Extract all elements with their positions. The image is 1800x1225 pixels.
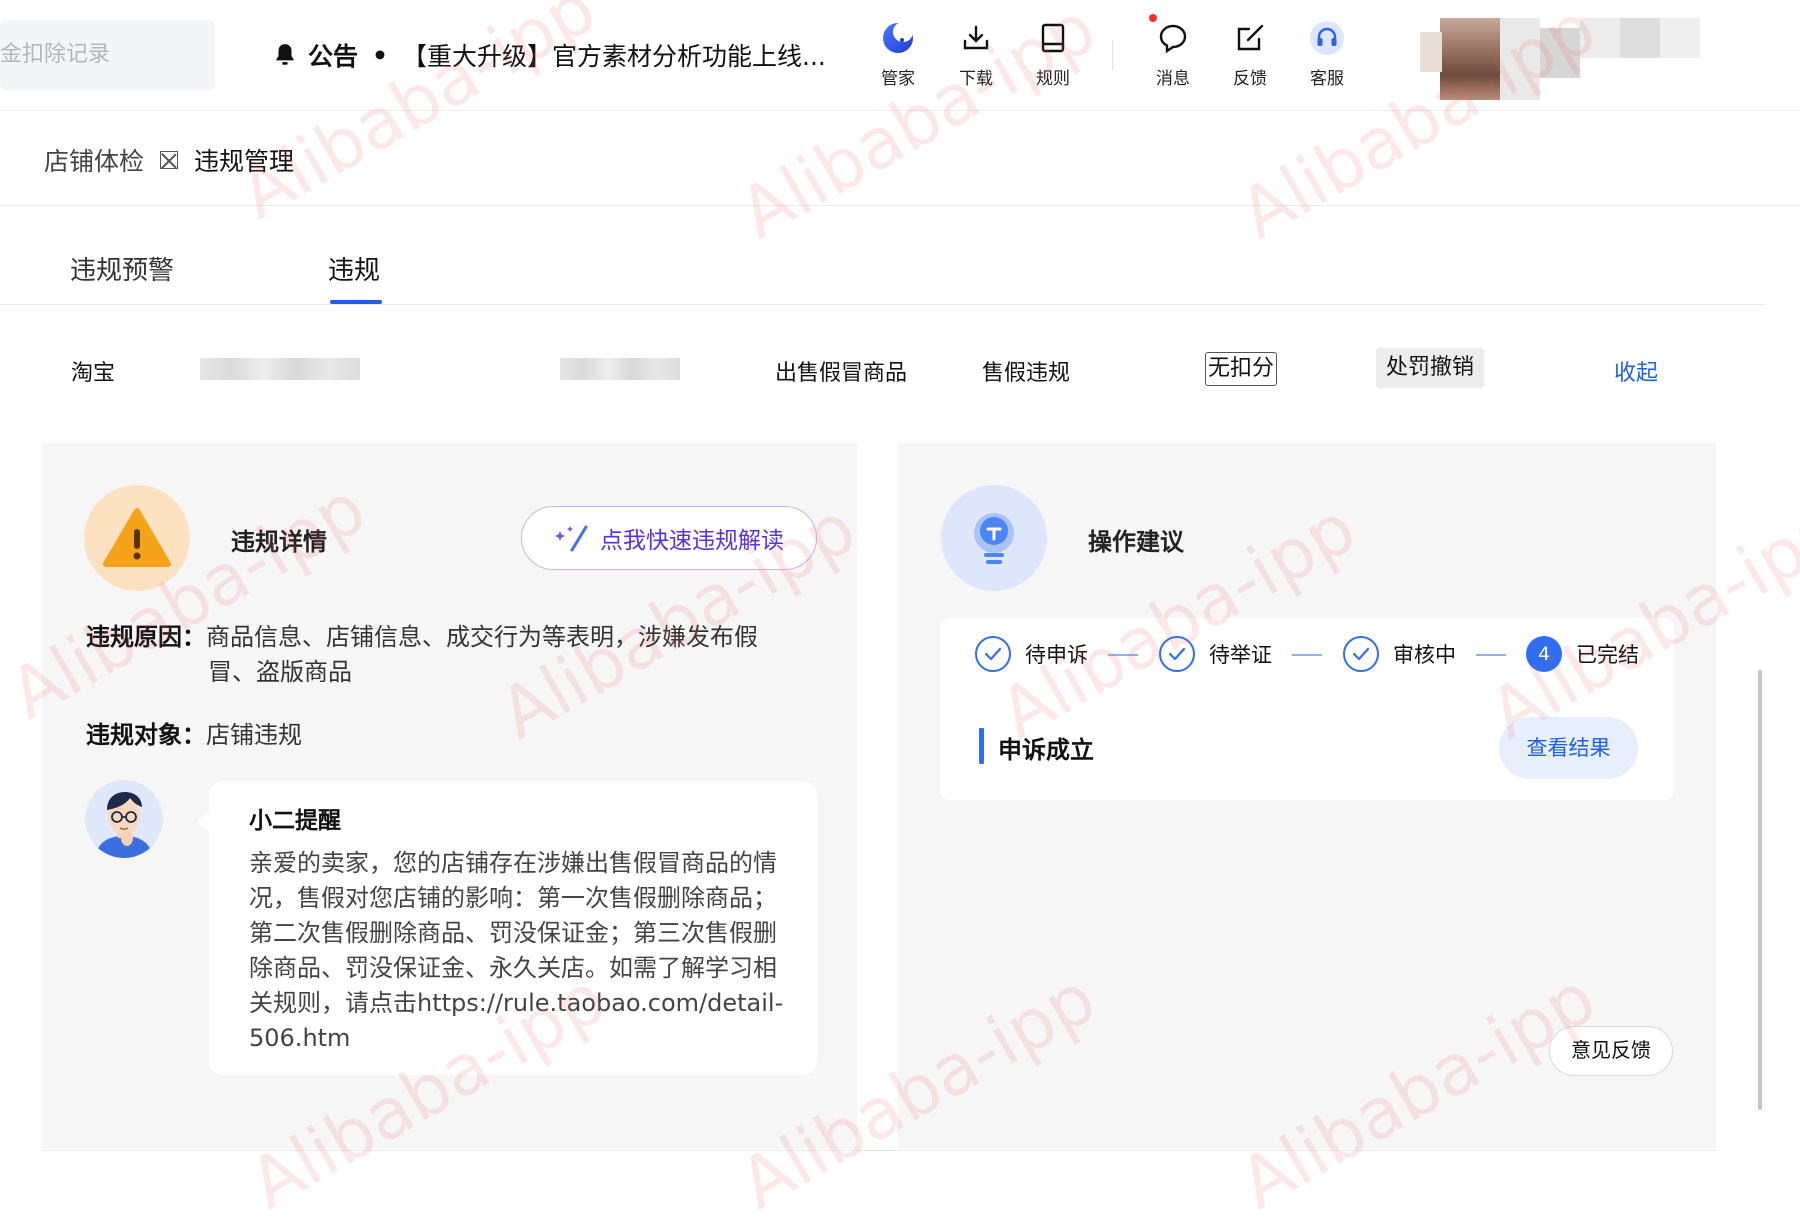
step-connector <box>1108 654 1138 656</box>
announcement-bar[interactable]: 公告 • 【重大升级】官方素材分析功能上线... <box>272 33 826 77</box>
top-header: 金扣除记录 公告 • 【重大升级】官方素材分析功能上线... 管家 下载 规则 … <box>0 0 1800 111</box>
search-input[interactable]: 金扣除记录 <box>0 20 215 90</box>
ai-quick-interpret-button[interactable]: 点我快速违规解读 <box>521 506 817 570</box>
step-connector <box>1292 654 1322 656</box>
step-label: 已完结 <box>1576 643 1639 667</box>
tool-messages[interactable]: 消息 <box>1138 14 1208 89</box>
announcement-label: 公告 <box>308 42 359 71</box>
view-result-button[interactable]: 查看结果 <box>1499 717 1638 779</box>
violation-category-text: 售假违规 <box>982 361 1071 386</box>
violation-reason-line2: 冒、盗版商品 <box>208 658 352 686</box>
tool-download[interactable]: 下载 <box>941 18 1011 89</box>
warning-icon <box>84 485 190 591</box>
tabs-divider <box>0 304 1765 305</box>
violation-target-label: 违规对象： <box>86 721 206 749</box>
step-label: 审核中 <box>1393 643 1456 667</box>
collapse-link[interactable]: 收起 <box>1614 355 1658 387</box>
tool-feedback[interactable]: 反馈 <box>1215 18 1285 89</box>
appeal-result-text: 申诉成立 <box>998 736 1094 764</box>
breadcrumb-violation-management: 违规管理 <box>194 147 295 176</box>
lightbulb-icon <box>941 485 1047 591</box>
step-under-review: 审核中 <box>1343 636 1456 672</box>
violation-reason-label: 违规原因： <box>86 623 206 651</box>
announcement-text[interactable]: 【重大升级】官方素材分析功能上线... <box>402 37 826 73</box>
tab-violation-warning[interactable]: 违规预警 <box>70 250 174 287</box>
redacted-id <box>200 358 360 380</box>
divider <box>0 205 1800 206</box>
header-divider <box>1112 40 1113 70</box>
check-icon <box>975 636 1011 672</box>
assistant-moon-icon <box>878 18 918 58</box>
platform-text: 淘宝 <box>71 361 116 386</box>
violation-details-title: 违规详情 <box>231 528 327 556</box>
scrollbar[interactable] <box>1758 670 1762 1110</box>
check-icon <box>1343 636 1379 672</box>
deduction-tag: 无扣分 <box>1205 352 1277 386</box>
step-pending-evidence: 待举证 <box>1159 636 1272 672</box>
bottom-divider <box>42 1150 1716 1151</box>
violation-reason: 违规原因：商品信息、店铺信息、成交行为等表明，涉嫌发布假 冒、盗版商品 <box>86 620 758 690</box>
violation-target: 违规对象：店铺违规 <box>86 718 302 753</box>
tool-rules-label: 规则 <box>1036 69 1070 89</box>
tool-rules[interactable]: 规则 <box>1018 18 1088 89</box>
headset-icon <box>1307 18 1347 58</box>
agent-avatar <box>85 780 163 858</box>
step-label: 待申诉 <box>1025 643 1088 667</box>
breadcrumb-separator-icon <box>160 151 179 169</box>
magic-wand-icon <box>555 525 588 552</box>
bell-icon <box>276 44 294 65</box>
tool-customer-service-label: 客服 <box>1310 69 1344 89</box>
operation-advice-title: 操作建议 <box>1088 528 1184 556</box>
feedback-button[interactable]: 意见反馈 <box>1549 1026 1673 1076</box>
edit-feedback-icon <box>1230 18 1270 58</box>
tool-assistant[interactable]: 管家 <box>863 18 933 89</box>
result-accent-bar <box>979 728 984 764</box>
tool-assistant-label: 管家 <box>881 69 915 89</box>
reminder-body: 亲爱的卖家，您的店铺存在涉嫌出售假冒商品的情况，售假对您店铺的影响：第一次售假删… <box>249 849 784 1052</box>
step-label: 待举证 <box>1209 643 1272 667</box>
step-number: 4 <box>1526 636 1562 672</box>
message-icon <box>1149 14 1193 58</box>
status-badge: 处罚撤销 <box>1376 348 1484 388</box>
violation-type-text: 出售假冒商品 <box>775 361 908 386</box>
check-icon <box>1159 636 1195 672</box>
unread-dot <box>1149 14 1157 22</box>
step-connector <box>1476 654 1506 656</box>
step-pending-appeal: 待申诉 <box>975 636 1088 672</box>
violation-reason-line1: 商品信息、店铺信息、成交行为等表明，涉嫌发布假 <box>206 623 758 651</box>
user-profile-avatar[interactable] <box>1420 18 1700 100</box>
violation-target-value: 店铺违规 <box>206 721 302 749</box>
tool-messages-label: 消息 <box>1156 69 1190 89</box>
reminder-title: 小二提醒 <box>249 808 341 834</box>
ai-quick-interpret-label: 点我快速违规解读 <box>600 528 784 554</box>
redacted-date <box>560 358 680 380</box>
breadcrumb: 店铺体检 违规管理 <box>44 142 294 178</box>
tab-violation[interactable]: 违规 <box>328 250 380 287</box>
step-completed: 4 已完结 <box>1526 636 1639 672</box>
breadcrumb-store-check[interactable]: 店铺体检 <box>44 142 144 178</box>
tool-feedback-label: 反馈 <box>1233 69 1267 89</box>
announcement-dot: • <box>372 40 388 70</box>
book-icon <box>1033 18 1073 58</box>
tool-customer-service[interactable]: 客服 <box>1292 18 1362 89</box>
tool-download-label: 下载 <box>959 69 993 89</box>
download-icon <box>956 18 996 58</box>
reminder-bubble: 小二提醒 亲爱的卖家，您的店铺存在涉嫌出售假冒商品的情况，售假对您店铺的影响：第… <box>197 781 817 1075</box>
